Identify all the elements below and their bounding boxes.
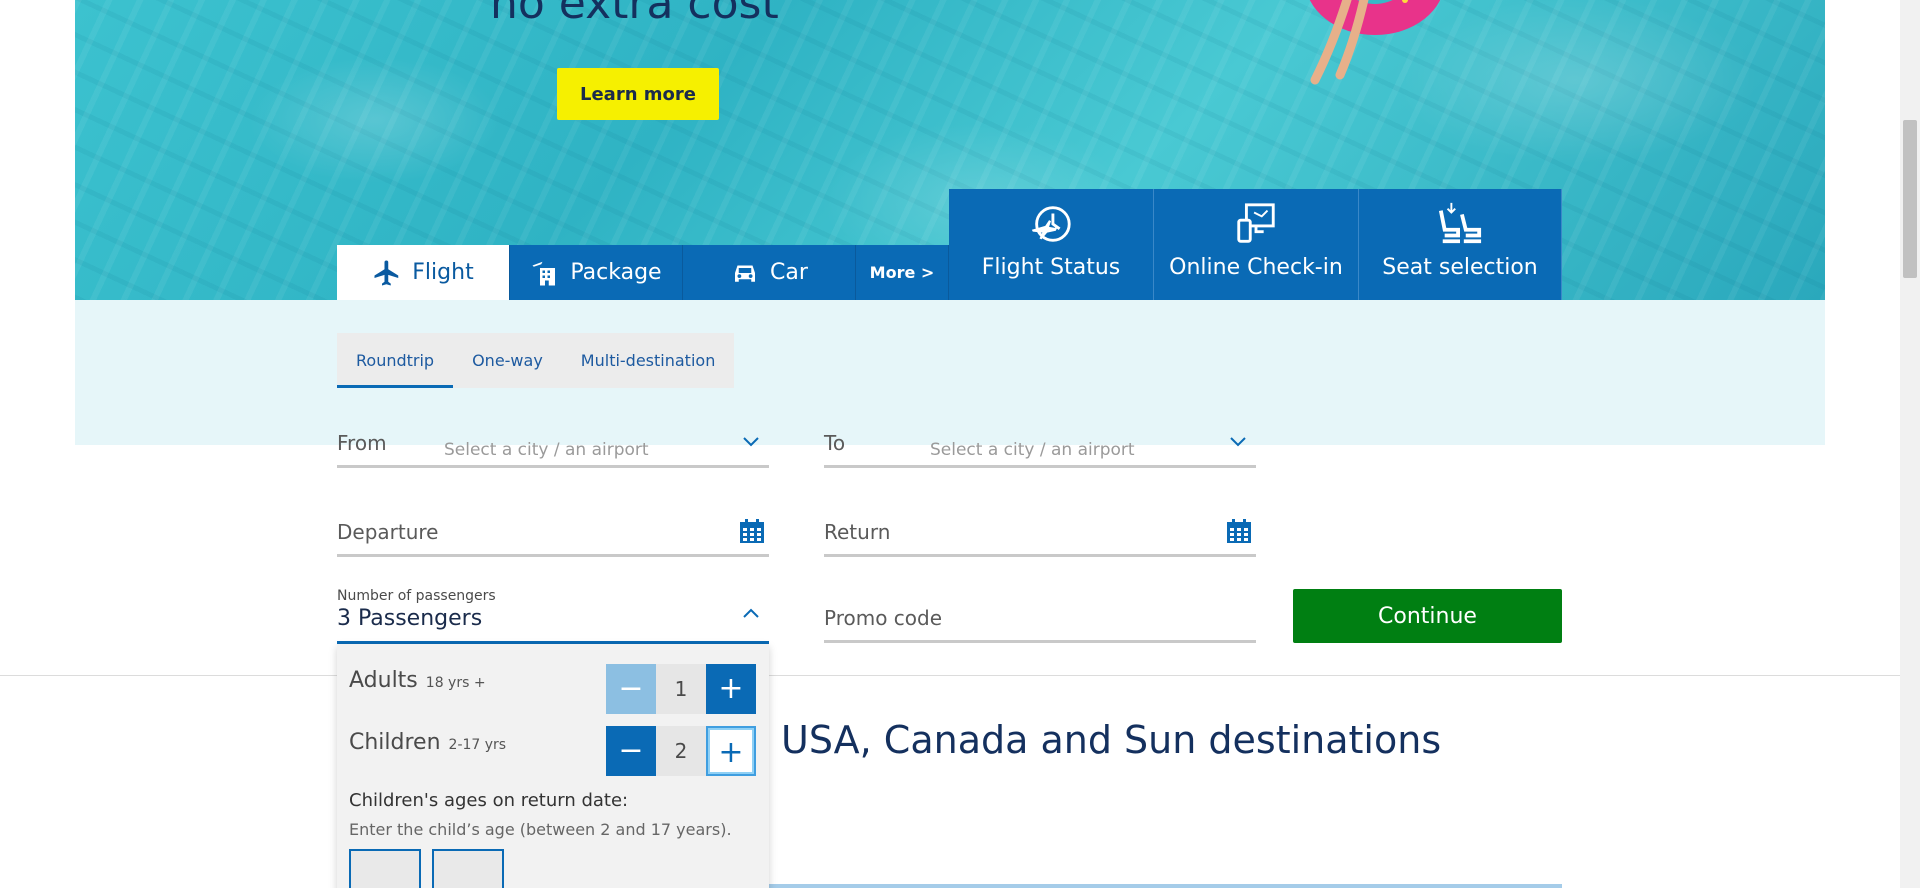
children-row: Children 2-17 yrs [349, 730, 506, 755]
children-age: 2-17 yrs [448, 737, 507, 753]
trip-type-selector: Roundtrip One-way Multi-destination [337, 333, 735, 388]
to-field[interactable]: To Select a city / an airport [824, 420, 1256, 468]
trip-type-roundtrip[interactable]: Roundtrip [337, 333, 454, 388]
passengers-label: Number of passengers [337, 588, 496, 604]
child-age-input-2[interactable] [432, 849, 504, 888]
adults-label: Adults [349, 668, 418, 693]
passengers-field[interactable]: Number of passengers 3 Passengers [337, 588, 769, 644]
calendar-icon [1227, 519, 1251, 543]
to-placeholder: Select a city / an airport [930, 440, 1135, 460]
adults-age: 18 yrs + [425, 675, 486, 691]
from-placeholder: Select a city / an airport [444, 440, 649, 460]
passengers-dropdown: Adults 18 yrs + − 1 + Children 2-17 yrs − … [337, 644, 769, 888]
section-accent-line [769, 884, 1562, 888]
seat-selection-tile[interactable]: Seat selection [1359, 189, 1562, 300]
passengers-value: 3 Passengers [337, 606, 483, 631]
child-age-input-1[interactable] [349, 849, 421, 888]
learn-more-button[interactable]: Learn more [557, 68, 719, 120]
online-checkin-icon [1237, 203, 1275, 243]
trip-type-one-way[interactable]: One-way [453, 333, 562, 388]
children-increment-button[interactable]: + [706, 726, 756, 776]
destinations-title: USA, Canada and Sun destinations [781, 718, 1442, 762]
pool-float-image [1309, 0, 1441, 85]
tab-flight[interactable]: Flight [337, 245, 510, 300]
children-decrement-button[interactable]: − [606, 726, 656, 776]
tab-car-label: Car [770, 260, 808, 285]
adults-decrement-button[interactable]: − [606, 664, 656, 714]
departure-field[interactable]: Departure [337, 509, 769, 557]
return-label: Return [824, 520, 891, 544]
adults-increment-button[interactable]: + [706, 664, 756, 714]
promo-code-field[interactable]: Promo code [824, 595, 1256, 643]
departure-label: Departure [337, 520, 439, 544]
seat-selection-label: Seat selection [1382, 255, 1538, 280]
flight-status-icon [1031, 206, 1071, 242]
airplane-icon [374, 260, 399, 285]
tab-more[interactable]: More > [856, 245, 949, 300]
online-checkin-label: Online Check-in [1169, 255, 1343, 280]
from-field[interactable]: From Select a city / an airport [337, 420, 769, 468]
promo-code-label: Promo code [824, 606, 943, 630]
car-icon [735, 265, 756, 282]
scrollbar-thumb[interactable] [1903, 120, 1917, 278]
from-label: From [337, 431, 387, 455]
children-label: Children [349, 730, 441, 755]
tab-package[interactable]: Package [510, 245, 683, 300]
chevron-down-icon [1230, 437, 1246, 447]
flight-status-label: Flight Status [981, 255, 1121, 280]
adults-row: Adults 18 yrs + [349, 668, 486, 693]
to-label: To [824, 431, 846, 455]
section-divider [0, 675, 1900, 676]
tab-package-label: Package [570, 260, 662, 285]
online-checkin-tile[interactable]: Online Check-in [1154, 189, 1359, 300]
package-icon [532, 261, 556, 285]
tab-flight-label: Flight [412, 260, 474, 285]
page: no extra cost Learn more Flight Package [0, 0, 1920, 888]
chevron-down-icon [743, 437, 759, 447]
children-ages-help: Enter the child’s age (between 2 and 17 … [349, 820, 732, 839]
tab-car[interactable]: Car [683, 245, 856, 300]
flight-status-tile[interactable]: Flight Status [949, 189, 1154, 300]
seat-selection-icon [1438, 202, 1482, 244]
calendar-icon [740, 519, 764, 543]
children-ages-title: Children's ages on return date: [349, 790, 629, 811]
adults-count: 1 [656, 664, 706, 714]
hero-title: no extra cost [490, 0, 779, 29]
children-count: 2 [656, 726, 706, 776]
trip-type-multi-destination[interactable]: Multi-destination [562, 333, 735, 388]
tab-more-label: More > [869, 263, 935, 282]
chevron-up-icon [743, 608, 759, 618]
return-field[interactable]: Return [824, 509, 1256, 557]
continue-button[interactable]: Continue [1293, 589, 1562, 643]
